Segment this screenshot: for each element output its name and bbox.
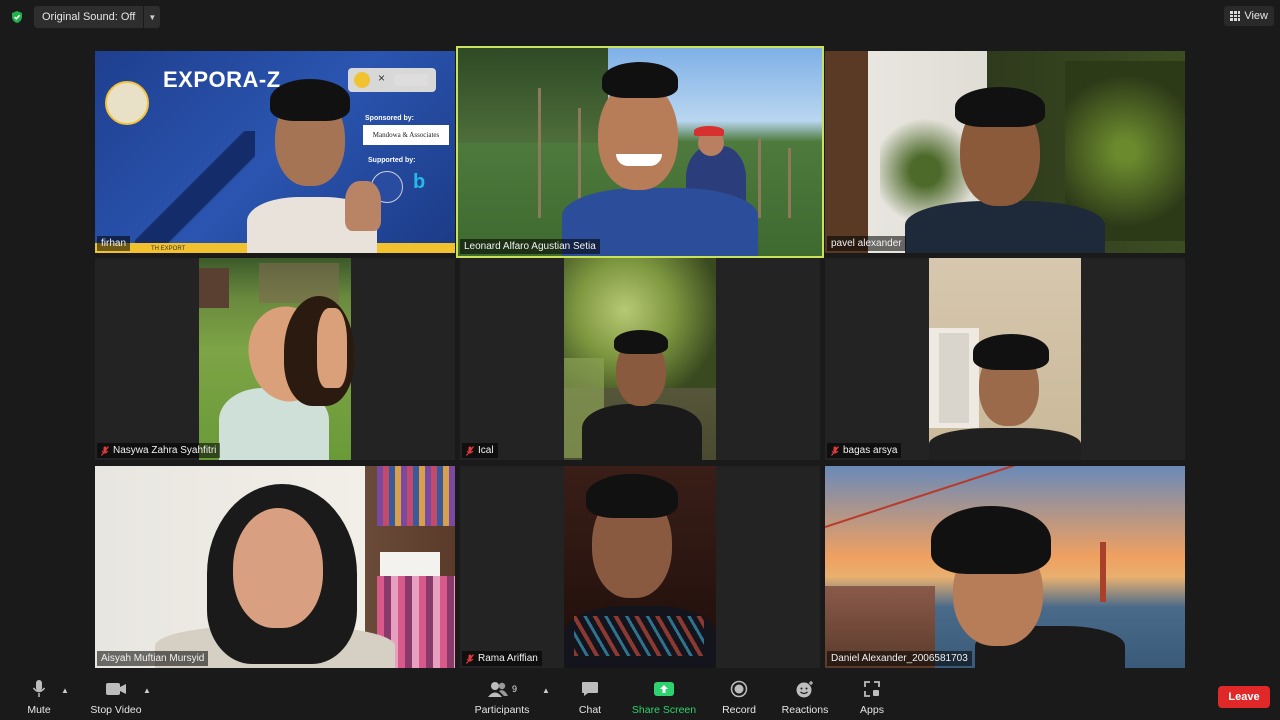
participant-name-tag: Ical <box>462 443 498 458</box>
video-feed <box>825 466 1185 668</box>
microphone-icon <box>32 678 46 700</box>
participant-name-tag: bagas arsya <box>827 443 902 458</box>
original-sound-label: Original Sound: Off <box>42 11 136 23</box>
share-screen-label: Share Screen <box>631 704 697 716</box>
stop-video-label: Stop Video <box>90 704 142 716</box>
top-bar: Original Sound: Off ▼ View <box>0 0 1280 34</box>
video-feed <box>929 258 1081 460</box>
stop-video-button[interactable]: Stop Video <box>88 678 144 716</box>
partner-logos: × <box>348 68 436 92</box>
reactions-label: Reactions <box>781 704 829 716</box>
chevron-down-icon[interactable]: ▼ <box>143 6 160 28</box>
participant-name-tag: Nasywa Zahra Syahfitri <box>97 443 221 458</box>
mute-label: Mute <box>27 704 51 716</box>
chat-bubble-icon <box>581 678 599 700</box>
participants-button[interactable]: 9 Participants <box>472 678 532 716</box>
participant-name-tag: Daniel Alexander_2006581703 <box>827 651 972 666</box>
video-tile-nasywa[interactable]: Nasywa Zahra Syahfitri <box>95 258 455 460</box>
expora-logo <box>105 81 149 125</box>
grid-view-icon <box>1230 11 1241 21</box>
original-sound-button[interactable]: Original Sound: Off ▼ <box>34 6 161 28</box>
muted-mic-icon <box>101 445 109 456</box>
video-tile-rama[interactable]: Rama Ariffian <box>460 466 820 668</box>
video-tile-firhan[interactable]: EXPORA-Z × Sponsored by: Mandowa & Assoc… <box>95 51 455 253</box>
video-options-caret-icon[interactable]: ▲ <box>143 686 151 695</box>
video-tile-leonard[interactable]: Leonard Alfaro Agustian Setia <box>456 46 824 258</box>
chat-button[interactable]: Chat <box>572 678 608 716</box>
muted-mic-icon <box>466 653 474 664</box>
record-label: Record <box>722 704 756 716</box>
muted-mic-icon <box>831 445 839 456</box>
record-icon <box>730 678 748 700</box>
video-feed <box>95 466 455 668</box>
apps-icon <box>863 678 881 700</box>
shield-icon[interactable] <box>10 10 24 24</box>
participants-options-caret-icon[interactable]: ▲ <box>542 686 550 695</box>
smiley-icon <box>795 678 815 700</box>
participant-name-tag: firhan <box>97 236 131 251</box>
participant-name-tag: pavel alexander <box>827 236 906 251</box>
sponsor-name: Mandowa & Associates <box>363 125 449 145</box>
apps-label: Apps <box>860 704 884 716</box>
participants-label: Participants <box>474 704 530 716</box>
video-tile-aisyah[interactable]: Aisyah Muftian Mursyid <box>95 466 455 668</box>
video-tile-bagas[interactable]: bagas arsya <box>825 258 1185 460</box>
video-tile-ical[interactable]: Ical <box>460 258 820 460</box>
video-tile-pavel[interactable]: pavel alexander <box>825 51 1185 253</box>
apps-button[interactable]: Apps <box>856 678 888 716</box>
reactions-button[interactable]: Reactions <box>782 678 828 716</box>
view-button[interactable]: View <box>1224 6 1274 26</box>
video-feed <box>199 258 354 460</box>
view-label: View <box>1244 10 1268 22</box>
share-screen-icon <box>653 678 675 700</box>
chat-label: Chat <box>578 704 602 716</box>
video-feed: EXPORA-Z × Sponsored by: Mandowa & Assoc… <box>95 51 455 253</box>
participant-name-tag: Rama Ariffian <box>462 651 542 666</box>
bg-title: EXPORA-Z <box>163 67 281 92</box>
thumbs-up-hand <box>345 181 381 231</box>
video-feed <box>564 258 716 460</box>
record-button[interactable]: Record <box>720 678 758 716</box>
video-feed <box>458 48 822 256</box>
supported-by-text: Supported by: <box>368 157 416 164</box>
video-feed <box>564 466 716 668</box>
participants-count: 9 <box>511 684 517 694</box>
participant-name-tag: Aisyah Muftian Mursyid <box>97 651 209 666</box>
participants-icon: 9 <box>487 678 517 700</box>
share-screen-button[interactable]: Share Screen <box>632 678 696 716</box>
meeting-toolbar: Mute ▲ Stop Video ▲ 9 Participants ▲ Cha… <box>0 672 1280 720</box>
video-tile-daniel[interactable]: Daniel Alexander_2006581703 <box>825 466 1185 668</box>
mute-button[interactable]: Mute <box>22 678 56 716</box>
video-feed <box>825 51 1185 253</box>
sponsored-by-text: Sponsored by: <box>365 115 415 122</box>
participant-name-tag: Leonard Alfaro Agustian Setia <box>460 239 600 254</box>
mute-options-caret-icon[interactable]: ▲ <box>61 686 69 695</box>
leave-button[interactable]: Leave <box>1218 686 1270 708</box>
video-camera-icon <box>105 678 127 700</box>
muted-mic-icon <box>466 445 474 456</box>
bg-strip-text: TH EXPORT <box>151 246 186 252</box>
